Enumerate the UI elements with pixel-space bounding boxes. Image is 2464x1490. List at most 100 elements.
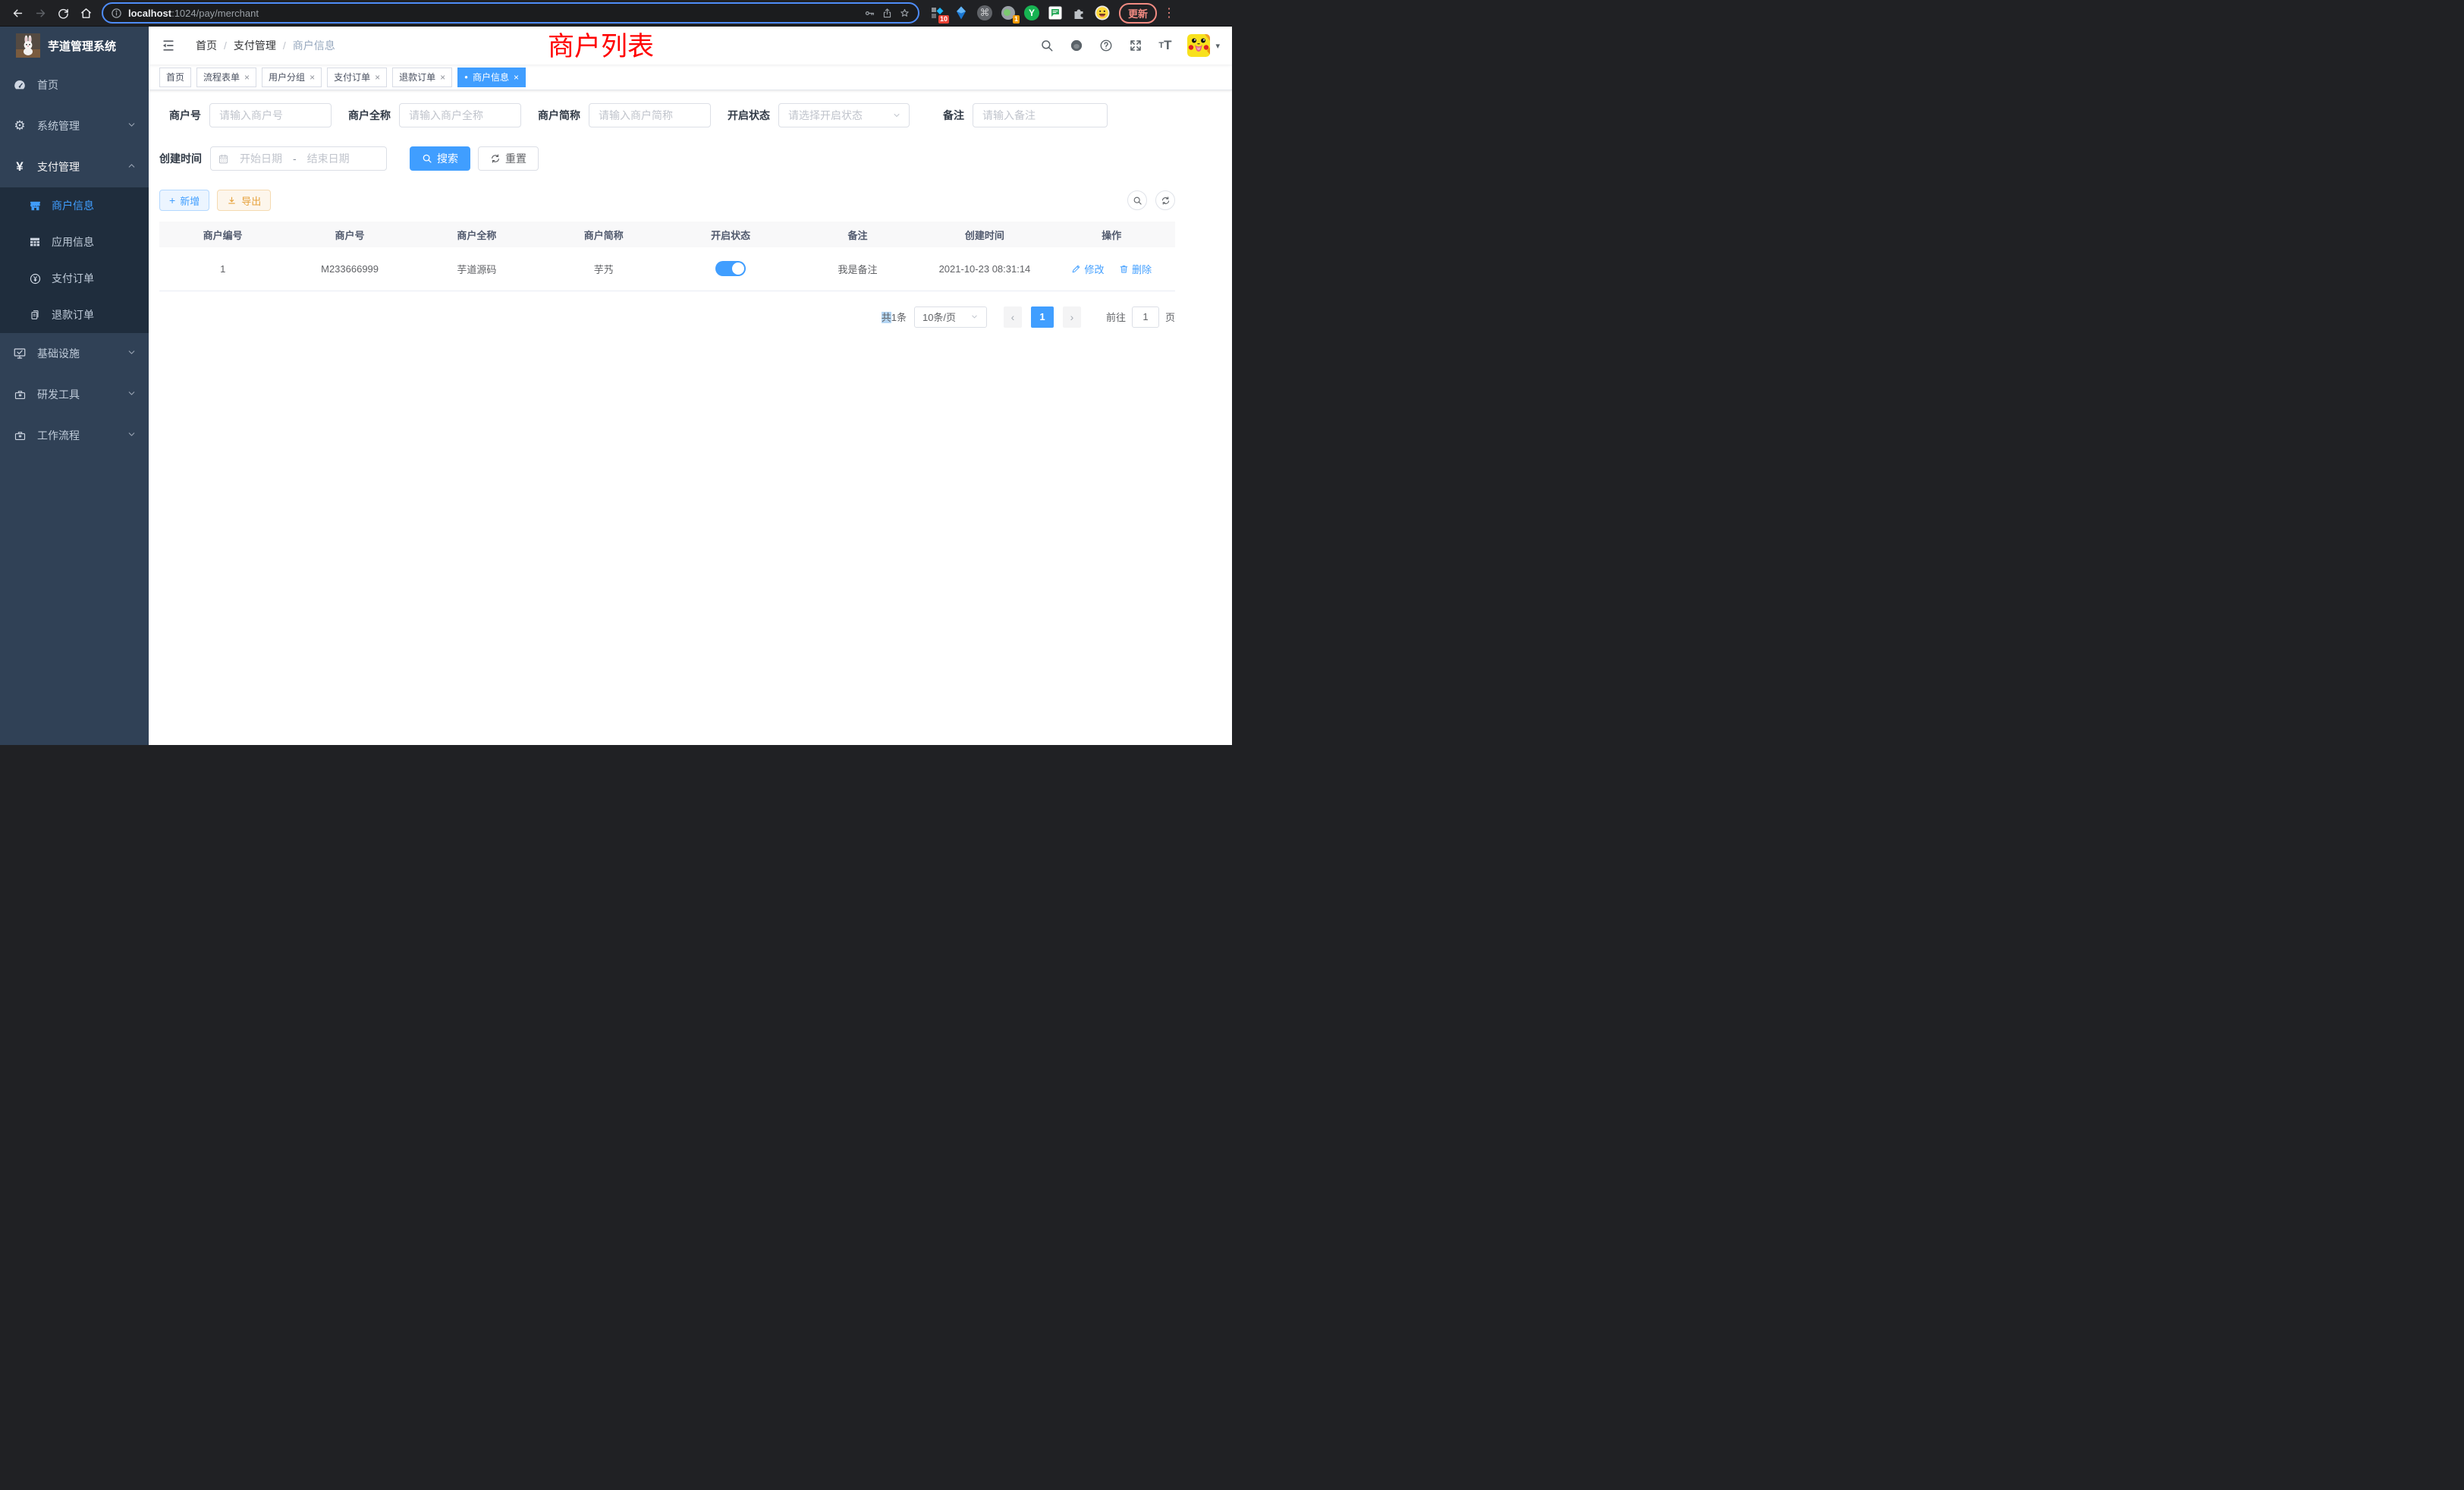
tab-merchant-info[interactable]: ● 商户信息 × bbox=[457, 68, 526, 87]
cell-actions: 修改 删除 bbox=[1048, 247, 1175, 291]
site-info-icon[interactable] bbox=[111, 8, 122, 19]
close-icon[interactable]: × bbox=[514, 72, 519, 83]
browser-menu-icon[interactable]: ⋮ bbox=[1163, 5, 1175, 20]
profile-avatar[interactable] bbox=[1095, 5, 1110, 20]
breadcrumb-item-payment[interactable]: 支付管理 bbox=[234, 38, 276, 53]
extension-y-icon[interactable]: Y bbox=[1024, 5, 1039, 20]
gear-icon: ⚙ bbox=[12, 118, 27, 134]
status-select[interactable]: 请选择开启状态 bbox=[778, 103, 910, 127]
extension-badge: 1 bbox=[1013, 15, 1020, 24]
bookmark-star-icon[interactable] bbox=[899, 8, 910, 19]
tab-user-group[interactable]: 用户分组 × bbox=[262, 68, 322, 87]
status-toggle[interactable] bbox=[715, 261, 746, 276]
sidebar-item-home[interactable]: 首页 bbox=[0, 64, 149, 105]
show-search-toggle-button[interactable] bbox=[1127, 190, 1147, 210]
reset-button[interactable]: 重置 bbox=[478, 146, 539, 171]
password-key-icon[interactable] bbox=[864, 8, 875, 19]
sidebar-item-workflow[interactable]: 工作流程 bbox=[0, 415, 149, 456]
edit-link[interactable]: 修改 bbox=[1071, 262, 1104, 276]
header-search-button[interactable] bbox=[1040, 39, 1054, 52]
app-frame: 芋道管理系统 首页 ⚙ 系统管理 ¥ 支付管理 bbox=[0, 27, 1232, 745]
sidebar-item-merchant-info[interactable]: 商户信息 bbox=[0, 187, 149, 224]
share-icon[interactable] bbox=[882, 8, 893, 19]
tab-process-form[interactable]: 流程表单 × bbox=[196, 68, 256, 87]
browser-home-button[interactable] bbox=[74, 2, 97, 24]
cell-merchant-id: 1 bbox=[159, 247, 286, 291]
create-time-range-picker[interactable]: - bbox=[210, 146, 387, 171]
filter-merchant-no: 商户号 bbox=[159, 103, 332, 127]
close-icon[interactable]: × bbox=[440, 72, 445, 83]
extension-recorder-icon[interactable]: 1 bbox=[1001, 5, 1016, 20]
sidebar-collapse-button[interactable] bbox=[161, 38, 176, 53]
github-icon bbox=[1070, 39, 1083, 52]
cell-status bbox=[668, 247, 794, 291]
browser-update-button[interactable]: 更新 bbox=[1119, 3, 1157, 24]
page-number-1[interactable]: 1 bbox=[1031, 306, 1054, 328]
goto-page-input[interactable] bbox=[1132, 306, 1159, 328]
extension-axure-icon[interactable]: 10 bbox=[930, 5, 945, 20]
close-icon[interactable]: × bbox=[375, 72, 380, 83]
edit-link-label: 修改 bbox=[1084, 262, 1104, 276]
sidebar-item-system[interactable]: ⚙ 系统管理 bbox=[0, 105, 149, 146]
browser-forward-button[interactable] bbox=[29, 2, 52, 24]
fullscreen-button[interactable] bbox=[1129, 39, 1142, 52]
sidebar-item-label: 首页 bbox=[37, 77, 58, 93]
merchant-table: 商户编号 商户号 商户全称 商户简称 开启状态 备注 创建时间 操作 bbox=[159, 222, 1175, 291]
sidebar-item-label: 商户信息 bbox=[52, 198, 94, 213]
extension-badge: 10 bbox=[938, 15, 949, 24]
extension-kite-icon[interactable] bbox=[954, 5, 969, 20]
filter-full-name: 商户全称 bbox=[348, 103, 521, 127]
tab-refund-order[interactable]: 退款订单 × bbox=[392, 68, 452, 87]
end-date-input[interactable] bbox=[300, 152, 357, 165]
prev-page-button[interactable]: ‹ bbox=[1004, 306, 1022, 328]
back-icon bbox=[11, 7, 24, 20]
filter-row-2: 创建时间 - 搜索 bbox=[159, 146, 1175, 171]
sidebar-item-infrastructure[interactable]: 基础设施 bbox=[0, 333, 149, 374]
sidebar-item-refund-order[interactable]: 退款订单 bbox=[0, 297, 149, 333]
extension-chat-icon[interactable] bbox=[1048, 5, 1063, 20]
font-size-button[interactable]: TT bbox=[1158, 38, 1171, 53]
extensions-puzzle-icon[interactable] bbox=[1071, 5, 1086, 20]
search-button[interactable]: 搜索 bbox=[410, 146, 470, 171]
sidebar-logo[interactable]: 芋道管理系统 bbox=[0, 27, 149, 64]
delete-link[interactable]: 删除 bbox=[1119, 262, 1152, 276]
refresh-table-button[interactable] bbox=[1155, 190, 1175, 210]
browser-back-button[interactable] bbox=[6, 2, 29, 24]
short-name-input[interactable] bbox=[589, 103, 711, 127]
forward-icon bbox=[34, 7, 47, 20]
close-icon[interactable]: × bbox=[310, 72, 315, 83]
chevron-down-icon bbox=[127, 388, 137, 401]
tab-pay-order[interactable]: 支付订单 × bbox=[327, 68, 387, 87]
remark-input[interactable] bbox=[973, 103, 1108, 127]
export-button[interactable]: 导出 bbox=[217, 190, 271, 211]
yen-circle-icon bbox=[28, 272, 42, 285]
sidebar-item-devtools[interactable]: 研发工具 bbox=[0, 374, 149, 415]
chevron-down-icon bbox=[127, 429, 137, 442]
column-header: 商户编号 bbox=[159, 222, 286, 247]
help-button[interactable] bbox=[1099, 39, 1113, 52]
filter-short-name: 商户简称 bbox=[538, 103, 711, 127]
github-link-button[interactable] bbox=[1070, 39, 1083, 52]
sidebar-item-pay-order[interactable]: 支付订单 bbox=[0, 260, 149, 297]
extension-command-icon[interactable]: ⌘ bbox=[977, 5, 992, 20]
user-menu[interactable]: ▾ bbox=[1187, 34, 1220, 57]
breadcrumb-item-home[interactable]: 首页 bbox=[196, 38, 217, 53]
close-icon[interactable]: × bbox=[244, 72, 250, 83]
browser-refresh-button[interactable] bbox=[52, 2, 74, 24]
main-area: 首页 / 支付管理 / 商户信息 bbox=[149, 27, 1232, 745]
sidebar-item-label: 退款订单 bbox=[52, 307, 94, 322]
plus-icon: + bbox=[169, 194, 175, 206]
url-bar[interactable]: localhost :1024/pay/merchant bbox=[102, 2, 919, 24]
page-size-select[interactable]: 10条/页 bbox=[914, 306, 987, 328]
fullscreen-icon bbox=[1129, 39, 1142, 52]
filter-remark: 备注 bbox=[943, 103, 1108, 127]
next-page-button[interactable]: › bbox=[1063, 306, 1081, 328]
tab-home[interactable]: 首页 bbox=[159, 68, 191, 87]
start-date-input[interactable] bbox=[233, 152, 289, 165]
navbar-tools: TT ▾ bbox=[1040, 34, 1220, 57]
add-button[interactable]: + 新增 bbox=[159, 190, 209, 211]
full-name-input[interactable] bbox=[399, 103, 521, 127]
sidebar-item-payment[interactable]: ¥ 支付管理 bbox=[0, 146, 149, 187]
sidebar-item-app-info[interactable]: 应用信息 bbox=[0, 224, 149, 260]
merchant-no-input[interactable] bbox=[209, 103, 332, 127]
